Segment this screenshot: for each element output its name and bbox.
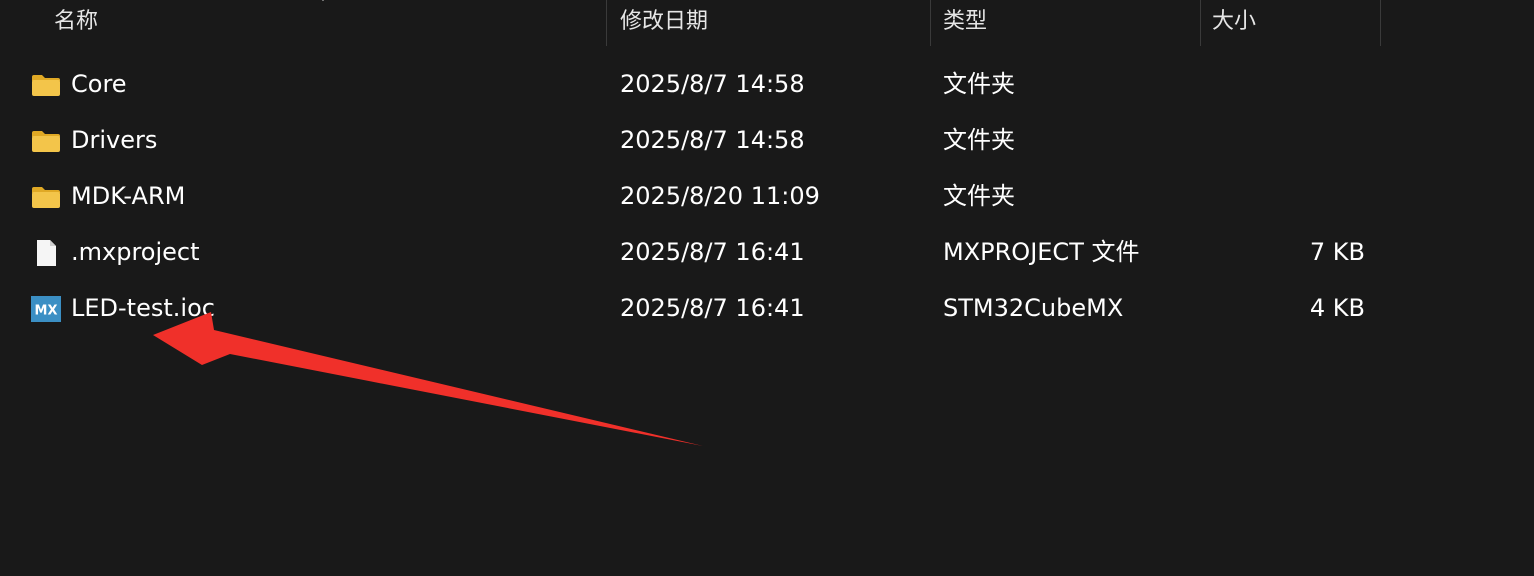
file-name: MDK-ARM xyxy=(71,182,186,210)
column-header: 名称 修改日期 类型 大小 xyxy=(0,0,1534,46)
file-modified: 2025/8/20 11:09 xyxy=(620,182,820,210)
file-name: Core xyxy=(71,70,127,98)
file-size xyxy=(1215,112,1365,168)
file-type: 文件夹 xyxy=(943,70,1015,98)
file-size xyxy=(1215,56,1365,112)
column-header-name[interactable]: 名称 xyxy=(54,0,98,46)
file-row-core[interactable]: Core 2025/8/7 14:58 文件夹 xyxy=(0,56,1534,112)
file-name: .mxproject xyxy=(71,238,200,266)
file-row-mdk-arm[interactable]: MDK-ARM 2025/8/20 11:09 文件夹 xyxy=(0,168,1534,224)
column-divider[interactable] xyxy=(930,0,931,46)
column-header-modified[interactable]: 修改日期 xyxy=(620,0,708,46)
mx-icon-text: MX xyxy=(35,304,58,319)
file-icon xyxy=(37,240,56,266)
file-type: 文件夹 xyxy=(943,126,1015,154)
column-header-size[interactable]: 大小 xyxy=(1212,0,1256,46)
file-size: 7 KB xyxy=(1309,238,1365,266)
file-size xyxy=(1215,168,1365,224)
column-divider[interactable] xyxy=(1200,0,1201,46)
file-row-led-test-ioc[interactable]: MX LED-test.ioc 2025/8/7 16:41 STM32Cube… xyxy=(0,280,1534,336)
mx-icon: MX xyxy=(31,296,61,322)
file-modified: 2025/8/7 14:58 xyxy=(620,126,805,154)
folder-icon xyxy=(32,131,60,152)
file-type: MXPROJECT 文件 xyxy=(943,238,1140,266)
column-divider[interactable] xyxy=(1380,0,1381,46)
file-type: 文件夹 xyxy=(943,182,1015,210)
column-divider[interactable] xyxy=(606,0,607,46)
file-type: STM32CubeMX xyxy=(943,294,1124,322)
file-row-drivers[interactable]: Drivers 2025/8/7 14:58 文件夹 xyxy=(0,112,1534,168)
file-row-mxproject[interactable]: .mxproject 2025/8/7 16:41 MXPROJECT 文件 7… xyxy=(0,224,1534,280)
file-name: LED-test.ioc xyxy=(71,294,215,322)
file-modified: 2025/8/7 16:41 xyxy=(620,294,805,322)
column-header-type[interactable]: 类型 xyxy=(943,0,987,46)
file-size: 4 KB xyxy=(1309,294,1365,322)
sort-chevron-icon xyxy=(321,0,325,2)
file-name: Drivers xyxy=(71,126,158,154)
folder-icon xyxy=(32,75,60,96)
folder-icon xyxy=(32,187,60,208)
file-modified: 2025/8/7 14:58 xyxy=(620,70,805,98)
file-modified: 2025/8/7 16:41 xyxy=(620,238,805,266)
